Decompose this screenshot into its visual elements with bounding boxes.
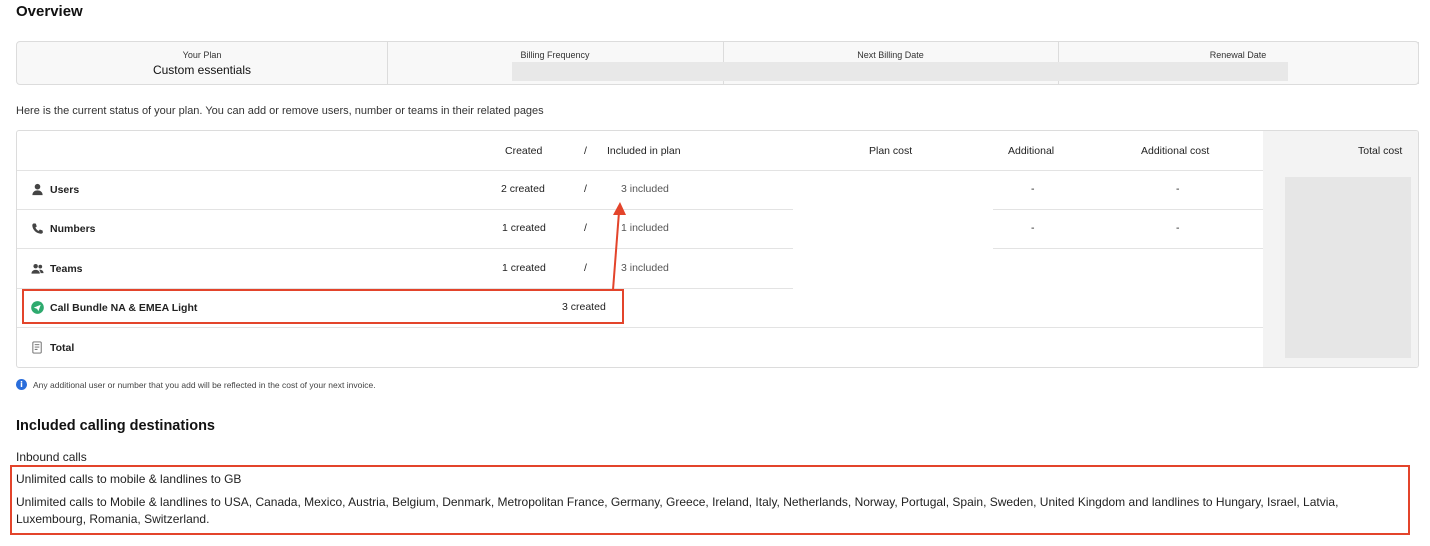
row-label: Total [50, 341, 75, 354]
invoice-icon [32, 341, 42, 354]
row-divider [993, 248, 1263, 249]
row-divider [993, 209, 1263, 210]
users-additional-cost: - [1176, 183, 1180, 195]
users-slash: / [584, 183, 587, 195]
table-row-teams: Teams [31, 262, 83, 275]
table-row-numbers: Numbers [31, 222, 96, 235]
user-icon [32, 183, 43, 196]
users-created: 2 created [501, 183, 545, 195]
header-included: Included in plan [607, 145, 681, 157]
table-row-users: Users [31, 183, 79, 196]
row-label: Teams [50, 262, 83, 275]
users-included: 3 included [621, 183, 669, 195]
teams-created: 1 created [502, 262, 546, 274]
invoice-note: i Any additional user or number that you… [16, 379, 376, 390]
plan-summary-card: Your Plan Custom essentials Billing Freq… [16, 41, 1419, 85]
numbers-slash: / [584, 222, 587, 234]
destination-line: Unlimited calls to Mobile & landlines to… [16, 495, 1339, 526]
annotation-arrow [612, 202, 626, 291]
plan-usage-table: Created / Included in plan Plan cost Add… [16, 130, 1419, 368]
phone-icon [32, 223, 43, 234]
header-slash: / [584, 145, 587, 157]
row-divider [17, 327, 1263, 328]
header-total-cost: Total cost [1358, 145, 1403, 157]
inbound-calls-label: Inbound calls [16, 450, 87, 464]
note-text: Any additional user or number that you a… [33, 379, 376, 390]
billing-frequency-label: Billing Frequency [520, 50, 590, 60]
billing-values-placeholder [512, 62, 1288, 81]
plan-status-description: Here is the current status of your plan.… [16, 105, 544, 117]
info-icon: i [16, 379, 27, 390]
next-billing-date-label: Next Billing Date [857, 50, 924, 60]
users-additional: - [1031, 183, 1035, 195]
row-label: Numbers [50, 222, 96, 235]
row-divider [17, 170, 1263, 171]
your-plan-label: Your Plan [182, 50, 222, 60]
your-plan-value: Custom essentials [152, 63, 252, 77]
row-divider [17, 248, 793, 249]
your-plan-column: Your Plan Custom essentials [17, 42, 388, 84]
numbers-created: 1 created [502, 222, 546, 234]
page-title: Overview [16, 3, 83, 20]
header-created: Created [505, 145, 543, 157]
total-cost-placeholder [1285, 177, 1411, 358]
numbers-additional-cost: - [1176, 222, 1180, 234]
highlight-call-bundle-box [22, 289, 624, 324]
destination-line: Unlimited calls to mobile & landlines to… [16, 472, 242, 486]
renewal-date-label: Renewal Date [1209, 50, 1267, 60]
destinations-title: Included calling destinations [16, 418, 215, 434]
team-icon [31, 263, 44, 274]
numbers-additional: - [1031, 222, 1035, 234]
teams-slash: / [584, 262, 587, 274]
row-divider [17, 209, 793, 210]
table-row-total: Total [31, 341, 74, 354]
header-additional: Additional [1008, 145, 1055, 157]
header-additional-cost: Additional cost [1141, 145, 1210, 157]
header-plan-cost: Plan cost [869, 145, 913, 157]
row-label: Users [50, 183, 80, 196]
